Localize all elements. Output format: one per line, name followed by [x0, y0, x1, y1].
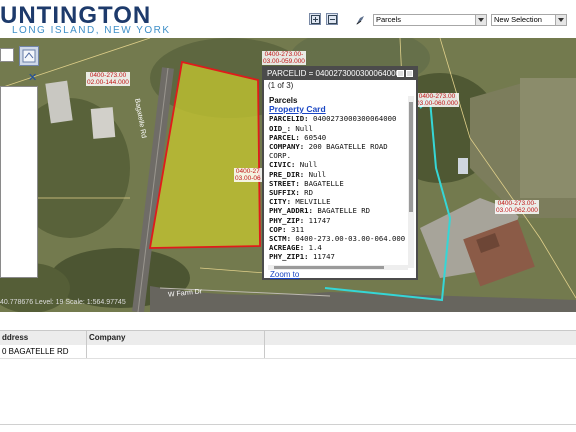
maximize-icon[interactable] [397, 70, 404, 77]
select-tool-icon[interactable] [353, 13, 365, 25]
parcel-label: 0400-273.00 03.00-060.000 [415, 93, 459, 107]
popup-field-row: PHY_ADDR1: BAGATELLE RD [269, 206, 409, 215]
popup-field-key: PARCEL: [269, 132, 300, 142]
popup-field-row: OID_: Null [269, 124, 409, 133]
selection-mode-dropdown[interactable]: New Selection [491, 14, 567, 26]
popup-field-key: COMPANY: [269, 142, 305, 152]
address-search-input[interactable] [0, 48, 14, 62]
zoom-in-tool-icon[interactable] [309, 13, 321, 25]
popup-field-row: ACREAGE: 1.4 [269, 243, 409, 252]
popup-field-row: CITY: MELVILLE [269, 197, 409, 206]
popup-field-key: ACREAGE: [269, 243, 305, 253]
popup-field-row: SUFFIX: RD [269, 188, 409, 197]
popup-title-bar: PARCELID = 0400273000300064000 [264, 68, 416, 80]
table-header: ddress Company [0, 330, 576, 346]
popup-field-value: RD [304, 188, 313, 198]
popup-field-row: PARCELID: 0400273000300064000 [269, 114, 409, 123]
popup-field-key: PRE_DIR: [269, 169, 305, 179]
popup-field-key: PHY_ZIP1: [269, 252, 309, 262]
popup-field-value: MELVILLE [295, 197, 331, 207]
popup-field-row: PHY_ZIP: 11747 [269, 216, 409, 225]
popup-field-row: STREET: BAGATELLE [269, 179, 409, 188]
popup-field-value: 11747 [308, 215, 331, 225]
popup-field-row: PHY_ZIP1: 11747 [269, 252, 409, 261]
parcel-label: 0400-273.00 02.00-144.000 [86, 72, 130, 86]
popup-field-key: PHY_ADDR1: [269, 206, 313, 216]
layer-dropdown-value: Parcels [376, 15, 402, 24]
popup-field-value: BAGATELLE [304, 178, 344, 188]
search-icon [22, 49, 36, 63]
column-header-company[interactable]: Company [87, 331, 265, 345]
popup-field-key: CIVIC: [269, 160, 296, 170]
zoom-out-tool-icon[interactable] [326, 13, 338, 25]
popup-field-value: 1.4 [308, 243, 322, 253]
popup-field-key: SCTM: [269, 234, 291, 244]
popup-field-key: CITY: [269, 197, 291, 207]
popup-field-row: CIVIC: Null [269, 160, 409, 169]
popup-title: PARCELID = 0400273000300064000 [267, 69, 401, 78]
divider [0, 424, 576, 425]
property-card-link[interactable]: Property Card [269, 104, 326, 114]
popup-field-value: 0400273000300064000 [312, 114, 397, 124]
chevron-down-icon [475, 15, 486, 25]
popup-field-value: 200 BAGATELLE ROAD [308, 142, 388, 152]
popup-field-key: COP: [269, 224, 287, 234]
popup-field-key: PARCELID: [269, 114, 309, 124]
app-logo-subtitle: LONG ISLAND, NEW YORK [12, 25, 171, 36]
popup-field-value: 311 [290, 224, 305, 234]
popup-field-value: 11747 [312, 252, 335, 262]
parcel-info-popup: PARCELID = 0400273000300064000 (1 of 3) … [262, 66, 418, 280]
parcel-label: 0400-27 03.00-06 [234, 168, 262, 182]
popup-field-row: CORP. [269, 151, 409, 160]
popup-field-key: STREET: [269, 178, 300, 188]
popup-nav-counter: (1 of 3) [268, 81, 294, 90]
table-row[interactable]: 0 BAGATELLE RD [0, 345, 576, 359]
popup-vertical-scrollbar[interactable] [408, 96, 414, 268]
zoom-to-link[interactable]: Zoom to [270, 270, 299, 279]
popup-field-value: Null [295, 123, 313, 133]
popup-field-row: SCTM: 0400-273.00-03.00-064.000 [269, 234, 409, 243]
popup-field-key: SUFFIX: [269, 188, 300, 198]
popup-field-row: COP: 311 [269, 225, 409, 234]
left-panel: ✕ [0, 46, 42, 284]
parcel-label: 0400-273.00- 03.00-062.000 [495, 200, 539, 214]
popup-content: Parcels Property Card PARCELID: 04002730… [269, 96, 409, 262]
cell-company [87, 345, 265, 358]
popup-field-value: 0400-273.00-03.00-064.000 [295, 234, 406, 244]
popup-field-value: Null [308, 169, 327, 179]
popup-field-row: PRE_DIR: Null [269, 170, 409, 179]
popup-field-row: PARCEL: 60540 [269, 133, 409, 142]
popup-field-row: COMPANY: 200 BAGATELLE ROAD [269, 142, 409, 151]
close-icon[interactable]: ✕ [28, 72, 37, 83]
results-panel [0, 86, 38, 278]
parcel-label: 0400-273.00- 03.00-059.000 [262, 51, 306, 65]
popup-field-key: PHY_ZIP: [269, 215, 305, 225]
popup-field-value: BAGATELLE RD [317, 206, 371, 216]
chevron-down-icon [555, 15, 566, 25]
map-status-bar: 40.778676 Level: 19 Scale: 1:564.97745 [0, 299, 126, 306]
app-header: UNTINGTON LONG ISLAND, NEW YORK Parcels … [0, 0, 576, 38]
cell-address: 0 BAGATELLE RD [2, 347, 69, 356]
search-button[interactable] [19, 46, 39, 66]
layer-dropdown[interactable]: Parcels [373, 14, 487, 26]
selection-mode-value: New Selection [494, 15, 542, 24]
popup-field-value: Null [299, 160, 318, 170]
popup-field-value: CORP. [269, 151, 291, 161]
popup-field-key: OID_: [269, 123, 291, 133]
column-header-address[interactable]: ddress [0, 331, 86, 345]
close-icon[interactable] [406, 70, 413, 77]
popup-field-value: 60540 [304, 132, 327, 142]
